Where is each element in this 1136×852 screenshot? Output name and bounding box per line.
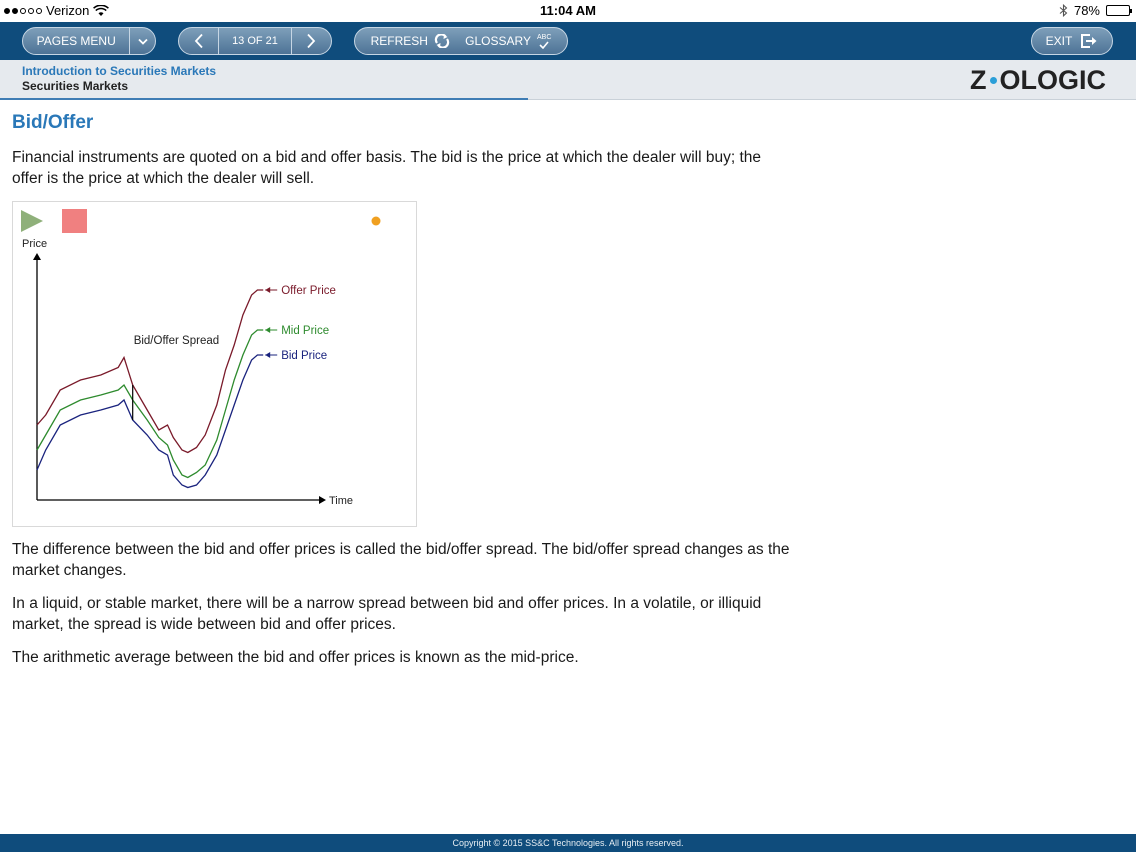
exit-label: EXIT [1045,34,1073,48]
x-axis-label: Time [329,495,353,507]
logo-dot [989,77,997,84]
logo-text-left: Z [970,65,987,95]
toolbar: PAGES MENU 13 OF 21 REFRESH GLOSSARY ABC… [0,22,1136,60]
course-header: Introduction to Securities Markets Secur… [0,60,1136,100]
series-line-mid [36,329,264,479]
series-label-mid: Mid Price [281,325,329,337]
battery-icon [1106,5,1132,16]
bid-offer-chart: Price Time Offer Price Mid Price Bid Price Bi… [12,201,417,527]
series-line-offer [36,289,264,454]
series-arrow-offer [265,287,271,293]
stop-icon[interactable] [62,209,87,233]
checkmark-icon [539,40,549,49]
refresh-icon [434,34,450,48]
status-bar: Verizon 11:04 AM 78% [0,0,1136,22]
series-label-bid: Bid Price [281,350,327,362]
chart-svg: Price Time Offer Price Mid Price Bid Price Bi… [21,209,381,507]
y-axis-label: Price [22,238,47,250]
paragraph-spread: The difference between the bid and offer… [12,541,790,579]
clock: 11:04 AM [540,3,596,18]
pages-menu-button[interactable]: PAGES MENU [23,28,129,54]
glossary-label: GLOSSARY [465,34,531,48]
spread-annotation: Bid/Offer Spread [134,335,219,347]
header-progress-rule [0,98,528,100]
page-navigator: 13 OF 21 [178,27,332,55]
series-label-offer: Offer Price [281,285,336,297]
paragraph-mid-price: The arithmetic average between the bid a… [12,649,579,666]
chevron-left-icon [194,33,203,49]
tools-control: REFRESH GLOSSARY ABC [354,27,568,55]
status-right: 78% [1059,3,1132,18]
bluetooth-icon [1059,4,1068,17]
series-line-bid [36,354,264,489]
paragraph-intro: Financial instruments are quoted on a bi… [12,149,762,187]
chevron-right-icon [307,33,316,49]
course-title: Introduction to Securities Markets [22,64,217,78]
page-title: Bid/Offer [12,112,94,133]
play-icon[interactable] [21,210,43,232]
series-arrow-mid [265,327,271,333]
paragraph-liquidity: In a liquid, or stable market, there wil… [12,595,762,633]
spellcheck-icon: ABC [537,34,551,49]
refresh-button[interactable]: REFRESH [371,34,450,48]
glossary-button[interactable]: GLOSSARY ABC [465,34,551,49]
pages-menu-control: PAGES MENU [22,27,156,55]
page-counter: 13 OF 21 [232,35,278,47]
exit-button[interactable]: EXIT [1031,27,1113,55]
lesson-content: Bid/Offer Financial instruments are quot… [12,112,792,680]
logo-text-right: OLOGIC [999,65,1107,95]
chevron-down-icon [138,38,148,45]
y-axis-arrow [33,253,41,260]
x-axis-arrow [319,496,326,504]
pages-menu-dropdown[interactable] [130,28,155,54]
spellcheck-badge: ABC [536,33,552,41]
zologic-logo: Z OLOGIC [970,65,1106,96]
status-indicator-dot [371,216,381,226]
course-subtitle: Securities Markets [22,79,129,93]
refresh-label: REFRESH [370,34,428,48]
exit-icon [1081,34,1097,48]
battery-percent: 78% [1073,3,1100,18]
next-page-button[interactable] [292,28,331,54]
copyright-text: Copyright © 2015 SS&C Technologies. All … [452,838,684,848]
previous-page-button[interactable] [179,28,218,54]
series-arrow-bid [265,352,271,358]
footer: Copyright © 2015 SS&C Technologies. All … [0,834,1136,852]
